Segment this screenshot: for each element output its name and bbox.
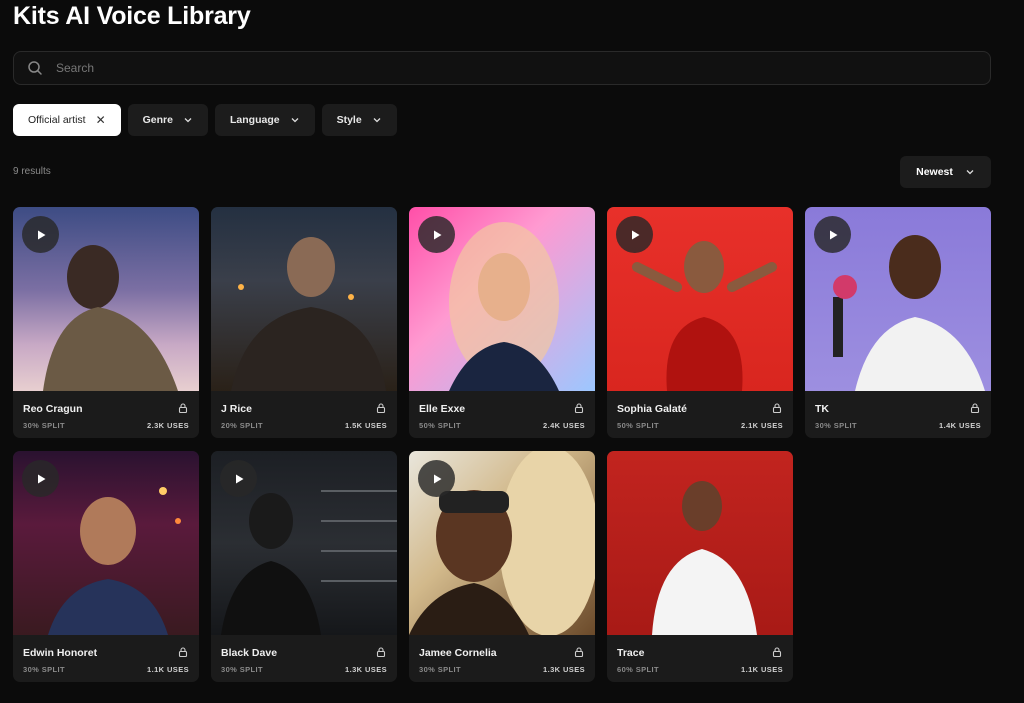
play-button[interactable] — [22, 460, 59, 497]
play-button[interactable] — [418, 216, 455, 253]
voice-card[interactable]: Black Dave 30% SPLIT 1.3K USES — [211, 451, 397, 682]
play-icon — [631, 230, 639, 239]
lock-icon — [573, 646, 585, 658]
play-icon — [235, 474, 243, 483]
filter-bar: Official artist ✕ Genre Language Style — [13, 104, 397, 136]
voice-card[interactable]: Edwin Honoret 30% SPLIT 1.1K USES — [13, 451, 199, 682]
artist-name: J Rice — [221, 403, 252, 415]
lock-icon — [969, 402, 981, 414]
filter-genre[interactable]: Genre — [127, 104, 208, 136]
lock-icon — [375, 402, 387, 414]
artist-name: Trace — [617, 647, 645, 659]
split-label: 30% SPLIT — [23, 421, 65, 430]
split-label: 30% SPLIT — [221, 665, 263, 674]
filter-genre-label: Genre — [142, 114, 173, 126]
filter-language[interactable]: Language — [215, 104, 315, 136]
uses-count: 1.3K USES — [345, 665, 387, 674]
artist-photo — [13, 207, 199, 391]
chevron-down-icon — [290, 115, 300, 125]
uses-count: 1.4K USES — [939, 421, 981, 430]
uses-count: 2.1K USES — [741, 421, 783, 430]
artist-name: Edwin Honoret — [23, 647, 98, 659]
lock-icon — [771, 646, 783, 658]
filter-official-artist-label: Official artist — [28, 114, 86, 126]
artist-photo — [211, 451, 397, 635]
search-icon — [27, 60, 43, 76]
lock-icon — [177, 646, 189, 658]
voice-card[interactable]: J Rice 20% SPLIT 1.5K USES — [211, 207, 397, 438]
play-button[interactable] — [616, 216, 653, 253]
lock-icon — [375, 646, 387, 658]
split-label: 30% SPLIT — [23, 665, 65, 674]
artist-photo — [607, 451, 793, 635]
artist-name: Reo Cragun — [23, 403, 83, 415]
artist-photo — [607, 207, 793, 391]
filter-language-label: Language — [230, 114, 280, 126]
search-bar[interactable] — [13, 51, 991, 85]
results-count: 9 results — [13, 166, 51, 177]
play-icon — [37, 230, 45, 239]
artist-name: Elle Exxe — [419, 403, 466, 415]
filter-official-artist[interactable]: Official artist ✕ — [13, 104, 121, 136]
play-button[interactable] — [814, 216, 851, 253]
play-icon — [433, 474, 441, 483]
uses-count: 2.3K USES — [147, 421, 189, 430]
artist-photo — [805, 207, 991, 391]
voice-card[interactable]: Elle Exxe 50% SPLIT 2.4K USES — [409, 207, 595, 438]
uses-count: 1.1K USES — [741, 665, 783, 674]
artist-photo — [211, 207, 397, 391]
filter-style-label: Style — [336, 114, 362, 126]
uses-count: 1.5K USES — [345, 421, 387, 430]
play-button[interactable] — [418, 460, 455, 497]
artist-photo — [13, 451, 199, 635]
voice-card[interactable]: Sophia Galaté 50% SPLIT 2.1K USES — [607, 207, 793, 438]
close-icon[interactable]: ✕ — [96, 113, 106, 127]
chevron-down-icon — [965, 167, 975, 177]
artist-photo — [409, 451, 595, 635]
split-label: 30% SPLIT — [419, 665, 461, 674]
lock-icon — [573, 402, 585, 414]
artist-photo — [409, 207, 595, 391]
voice-card[interactable]: Trace 60% SPLIT 1.1K USES — [607, 451, 793, 682]
split-label: 20% SPLIT — [221, 421, 263, 430]
split-label: 50% SPLIT — [419, 421, 461, 430]
artist-name: Sophia Galaté — [617, 403, 688, 415]
play-icon — [829, 230, 837, 239]
artist-name: Jamee Cornelia — [419, 647, 497, 659]
sort-dropdown[interactable]: Newest — [900, 156, 991, 188]
sort-label: Newest — [916, 166, 953, 178]
voice-card[interactable]: Jamee Cornelia 30% SPLIT 1.3K USES — [409, 451, 595, 682]
split-label: 30% SPLIT — [815, 421, 857, 430]
page-title: Kits AI Voice Library — [13, 2, 251, 30]
lock-icon — [771, 402, 783, 414]
play-button[interactable] — [220, 460, 257, 497]
play-icon — [433, 230, 441, 239]
voice-card[interactable]: TK 30% SPLIT 1.4K USES — [805, 207, 991, 438]
search-input[interactable] — [56, 61, 990, 75]
filter-style[interactable]: Style — [321, 104, 397, 136]
artist-name: Black Dave — [221, 647, 278, 659]
lock-icon — [177, 402, 189, 414]
uses-count: 1.1K USES — [147, 665, 189, 674]
uses-count: 2.4K USES — [543, 421, 585, 430]
chevron-down-icon — [372, 115, 382, 125]
split-label: 60% SPLIT — [617, 665, 659, 674]
play-button[interactable] — [22, 216, 59, 253]
split-label: 50% SPLIT — [617, 421, 659, 430]
chevron-down-icon — [183, 115, 193, 125]
artist-name: TK — [815, 403, 829, 415]
play-icon — [37, 474, 45, 483]
voice-grid: Reo Cragun 30% SPLIT 2.3K USES J Rice 20… — [13, 207, 991, 682]
uses-count: 1.3K USES — [543, 665, 585, 674]
voice-card[interactable]: Reo Cragun 30% SPLIT 2.3K USES — [13, 207, 199, 438]
